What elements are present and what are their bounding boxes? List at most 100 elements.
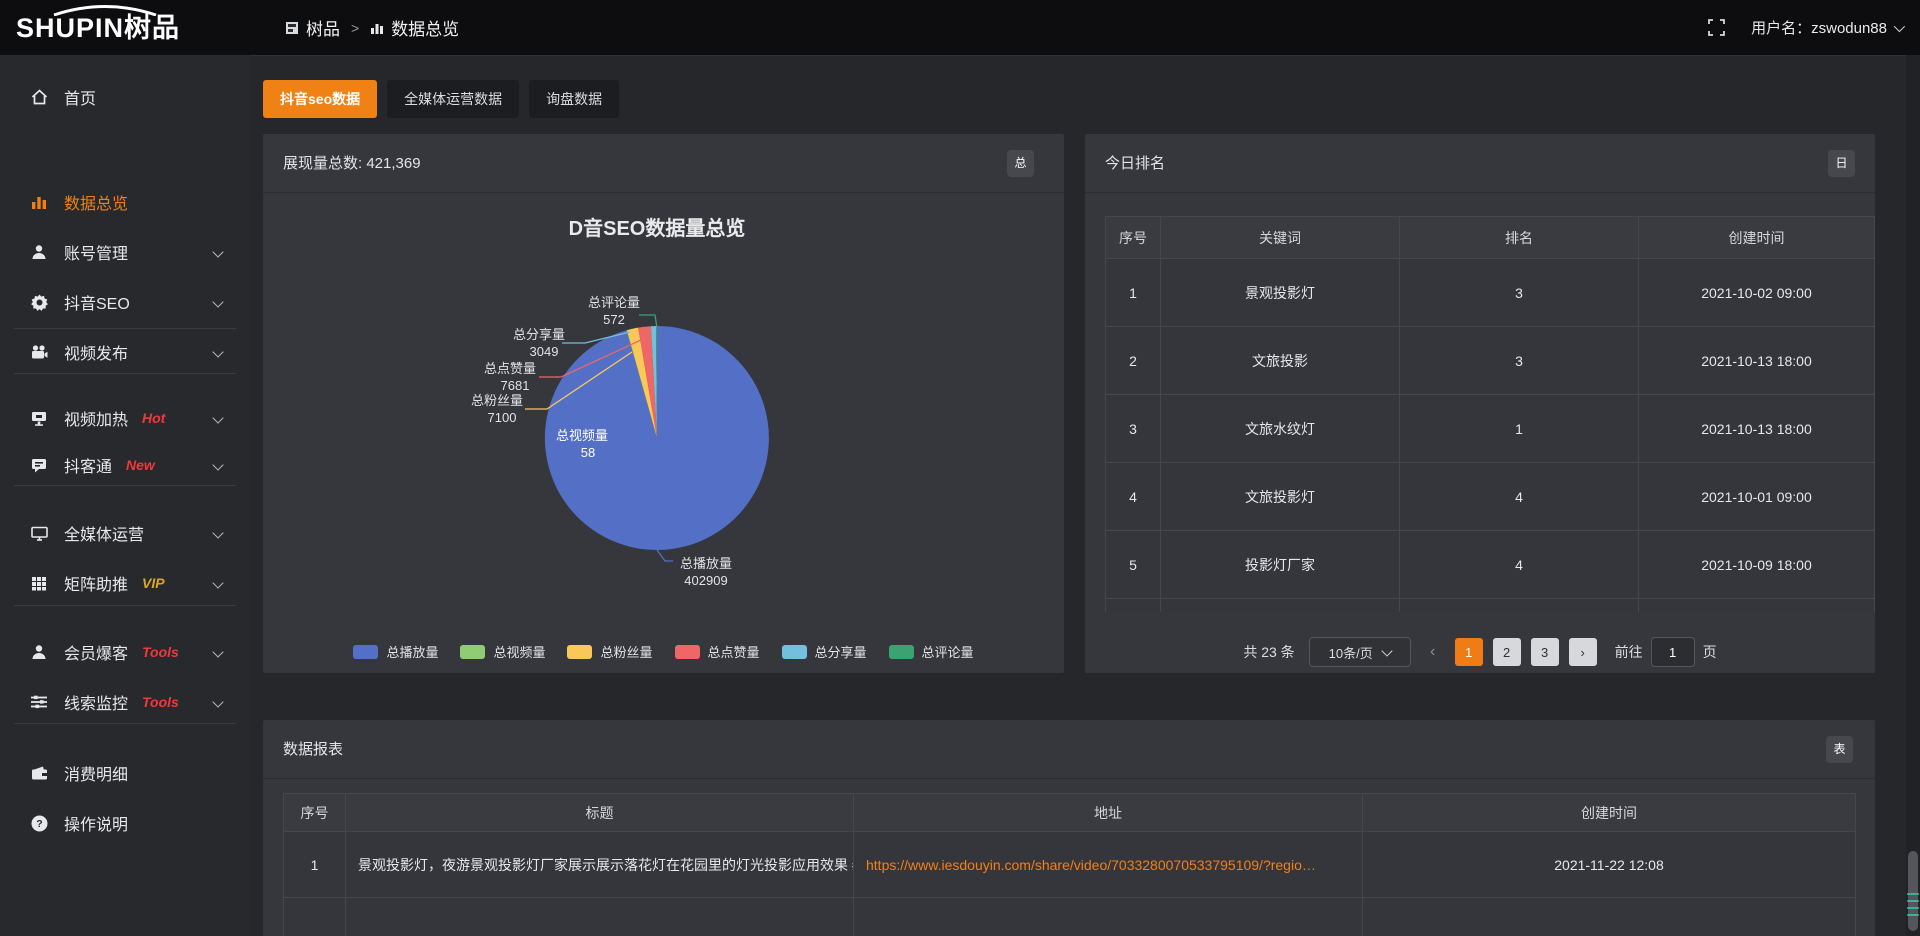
page-button-1[interactable]: 1	[1455, 638, 1483, 666]
app-square-icon	[285, 21, 299, 35]
sidebar-item-video-heat[interactable]: 视频加热 Hot	[0, 398, 250, 438]
report-panel: 数据报表 表 序号 标题 地址 创建时间	[263, 720, 1875, 936]
breadcrumb-current-label: 数据总览	[391, 15, 459, 40]
table-row[interactable]: 1 景观投影灯，夜游景观投影灯厂家展示展示落花灯在花园里的灯光投影应用效果 # …	[284, 832, 1856, 898]
tab-inquiry-data[interactable]: 询盘数据	[529, 80, 619, 118]
tab-media-operation-data[interactable]: 全媒体运营数据	[387, 80, 519, 118]
sidebar-item-media-operation[interactable]: 全媒体运营	[0, 513, 250, 553]
sidebar-item-member-burst[interactable]: 会员爆客 Tools	[0, 632, 250, 672]
daily-view-button[interactable]: 日	[1828, 150, 1855, 177]
chevron-down-icon	[212, 412, 223, 423]
cell-created: 2021-10-02 09:00	[1639, 259, 1875, 327]
monitor-icon	[30, 526, 48, 541]
sidebar-item-douketong[interactable]: 抖客通 New	[0, 445, 250, 485]
page-size-select[interactable]: 10条/页	[1309, 637, 1411, 667]
cell-index: 1	[1106, 259, 1161, 327]
table-row[interactable]: 2 文旅投影 3 2021-10-13 18:00	[1106, 327, 1875, 395]
legend-swatch	[782, 645, 807, 659]
col-url: 地址	[854, 794, 1363, 832]
legend-item-fans[interactable]: 总粉丝量	[567, 642, 652, 661]
col-keyword: 关键词	[1161, 217, 1400, 259]
sidebar-item-help[interactable]: ? 操作说明	[0, 803, 250, 843]
sidebar-item-label: 首页	[64, 85, 96, 109]
sidebar-item-label: 线索监控	[64, 690, 128, 714]
sidebar-divider	[14, 373, 236, 374]
goto-unit: 页	[1703, 642, 1717, 662]
overview-panel-header: 展现量总数: 421,369 总	[263, 134, 1064, 193]
col-created: 创建时间	[1363, 794, 1856, 832]
breadcrumb-separator: >	[351, 20, 359, 36]
topbar: SHUPIN树品 树品 > 数据总览 用户名：zswodun88	[0, 0, 1920, 55]
bar-chart-icon	[30, 194, 48, 210]
brand-logo: SHUPIN树品	[16, 6, 180, 50]
cell-keyword: 文旅水纹灯	[1161, 395, 1400, 463]
user-menu[interactable]: 用户名：zswodun88	[1751, 17, 1902, 38]
chevron-down-icon	[212, 527, 223, 538]
table-row[interactable]: 5 投影灯厂家 4 2021-10-09 18:00	[1106, 531, 1875, 599]
cell-rank: 3	[1400, 259, 1639, 327]
goto-page-input[interactable]	[1651, 637, 1695, 667]
sidebar-item-expense-detail[interactable]: 消费明细	[0, 753, 250, 793]
sidebar-item-data-overview[interactable]: 数据总览	[0, 182, 250, 222]
sidebar-item-matrix-boost[interactable]: 矩阵助推 VIP	[0, 563, 250, 603]
sidebar-item-label: 会员爆客	[64, 640, 128, 664]
cell-index: 1	[284, 832, 346, 898]
grid-icon	[30, 576, 48, 591]
legend-swatch	[353, 645, 378, 659]
legend-item-play[interactable]: 总播放量	[353, 642, 438, 661]
tab-douyin-seo-data[interactable]: 抖音seo数据	[263, 80, 377, 118]
breadcrumb: 树品 > 数据总览	[285, 0, 459, 55]
table-row[interactable]: 1 景观投影灯 3 2021-10-02 09:00	[1106, 259, 1875, 327]
sliders-icon	[30, 695, 48, 709]
fullscreen-icon[interactable]	[1708, 19, 1725, 36]
legend-label: 总粉丝量	[600, 642, 652, 661]
table-row-clipped	[1106, 599, 1875, 613]
ranking-panel-header: 今日排名 日	[1085, 134, 1875, 193]
video-link[interactable]: https://www.iesdouyin.com/share/video/70…	[866, 857, 1316, 873]
impressions-total-label: 展现量总数: 421,369	[283, 155, 421, 172]
sidebar-item-label: 全媒体运营	[64, 521, 144, 545]
chevron-down-icon	[1894, 20, 1905, 31]
member-icon	[30, 644, 48, 660]
scrollbar-stripes	[1907, 893, 1919, 916]
scrollbar-thumb[interactable]	[1908, 851, 1918, 931]
cell-title: 景观投影灯，夜游景观投影灯厂家展示展示落花灯在花园里的灯光投影应用效果 #	[346, 832, 854, 898]
sidebar-item-home[interactable]: 首页	[0, 77, 250, 117]
col-created: 创建时间	[1639, 217, 1875, 259]
vertical-scrollbar[interactable]	[1906, 55, 1920, 936]
sidebar-item-lead-monitor[interactable]: 线索监控 Tools	[0, 682, 250, 722]
sidebar: 首页 数据总览 账号管理 抖音SEO 视频发布 视频加热 Hot	[0, 55, 250, 936]
report-table: 序号 标题 地址 创建时间 1 景观投影灯，夜游景观投影灯厂家展示展示落花灯在花…	[283, 793, 1857, 936]
prev-page-button[interactable]: ‹	[1421, 638, 1445, 666]
cell-keyword: 景观投影灯	[1161, 259, 1400, 327]
table-row[interactable]: 3 文旅水纹灯 1 2021-10-13 18:00	[1106, 395, 1875, 463]
username-label: 用户名：zswodun88	[1751, 17, 1887, 38]
legend-item-comments[interactable]: 总评论量	[889, 642, 974, 661]
sidebar-item-douyin-seo[interactable]: 抖音SEO	[0, 282, 250, 322]
chart-legend: 总播放量 总视频量 总粉丝量 总点赞量 总分享量 总评论量	[263, 642, 1064, 661]
legend-item-video[interactable]: 总视频量	[460, 642, 545, 661]
label-video-value: 58	[581, 445, 595, 460]
page-button-3[interactable]: 3	[1531, 638, 1559, 666]
user-icon	[30, 244, 48, 260]
breadcrumb-current[interactable]: 数据总览	[370, 15, 459, 40]
table-row[interactable]: 4 文旅投影灯 4 2021-10-01 09:00	[1106, 463, 1875, 531]
total-view-button[interactable]: 总	[1007, 150, 1034, 177]
cell-rank: 3	[1400, 327, 1639, 395]
table-header-row: 序号 关键词 排名 创建时间	[1106, 217, 1875, 259]
sidebar-divider	[14, 605, 236, 606]
breadcrumb-root[interactable]: 树品	[285, 15, 340, 40]
next-page-button[interactable]: ›	[1569, 638, 1597, 666]
legend-item-shares[interactable]: 总分享量	[782, 642, 867, 661]
cell-created: 2021-10-09 18:00	[1639, 531, 1875, 599]
table-view-button[interactable]: 表	[1826, 736, 1853, 763]
page-size-value: 10条/页	[1329, 643, 1373, 662]
chevron-down-icon	[212, 696, 223, 707]
sidebar-item-label: 矩阵助推	[64, 571, 128, 595]
legend-item-likes[interactable]: 总点赞量	[675, 642, 760, 661]
sidebar-item-account[interactable]: 账号管理	[0, 232, 250, 272]
page-button-2[interactable]: 2	[1493, 638, 1521, 666]
ranking-title: 今日排名	[1105, 155, 1165, 172]
sidebar-item-video-publish[interactable]: 视频发布	[0, 332, 250, 372]
label-comments-value: 572	[603, 312, 625, 327]
